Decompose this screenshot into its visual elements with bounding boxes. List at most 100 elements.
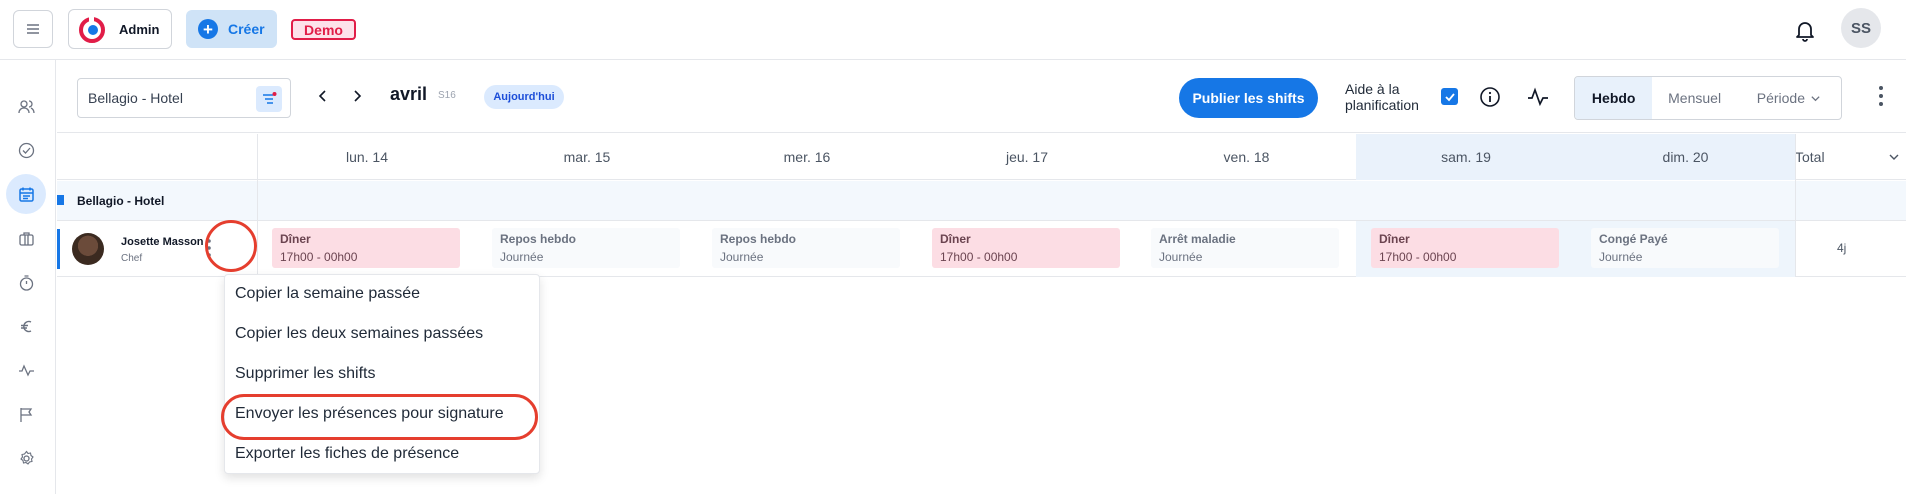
- view-period-label: Période: [1756, 90, 1806, 106]
- rail-payroll[interactable]: [6, 306, 46, 346]
- employee-role: Chef: [121, 253, 143, 264]
- rail-team[interactable]: [6, 86, 46, 126]
- menu-item-export-attendance[interactable]: Exporter les fiches de présence: [235, 445, 459, 463]
- today-button[interactable]: Aujourd'hui: [484, 85, 564, 109]
- hamburger-icon: [27, 24, 39, 34]
- group-row: Bellagio - Hotel: [57, 181, 1906, 221]
- filter-button[interactable]: [256, 86, 282, 112]
- group-name: Bellagio - Hotel: [77, 194, 165, 208]
- info-icon[interactable]: [1479, 86, 1501, 108]
- create-label: Créer: [228, 21, 265, 37]
- shift-time: Journée: [500, 250, 544, 264]
- employee-total: 4j: [1837, 241, 1847, 255]
- left-rail: [0, 60, 56, 494]
- chevron-down-icon: [1811, 95, 1820, 101]
- brand-label: Admin: [119, 21, 160, 37]
- brand-logo-icon: [79, 16, 105, 43]
- highlight-ring-send-signature: [221, 394, 538, 440]
- column-separator: [1795, 134, 1796, 277]
- column-separator: [257, 134, 258, 277]
- menu-item-copy-two-weeks[interactable]: Copier les deux semaines passées: [235, 325, 483, 343]
- day-header-tue: mar. 15: [563, 149, 611, 165]
- more-vertical-icon[interactable]: [1877, 84, 1885, 108]
- plus-icon: +: [198, 19, 218, 39]
- employee-actions-menu: Copier la semaine passée Copier les deux…: [224, 274, 540, 474]
- employee-row-marker: [57, 229, 60, 269]
- previous-week-button[interactable]: [313, 86, 333, 106]
- rail-time[interactable]: [6, 262, 46, 302]
- menu-item-delete-shifts[interactable]: Supprimer les shifts: [235, 365, 376, 383]
- bell-icon[interactable]: [1792, 17, 1818, 43]
- shift-time: 17h00 - 00h00: [940, 250, 1018, 264]
- shift-cell-thu[interactable]: Dîner 17h00 - 00h00: [932, 228, 1120, 268]
- days-header: lun. 14 mar. 15 mer. 16 jeu. 17 ven. 18 …: [57, 134, 1906, 180]
- total-header: Total: [1795, 149, 1825, 165]
- shift-cell-tue[interactable]: Repos hebdo Journée: [492, 228, 680, 268]
- activity-icon: [18, 363, 34, 377]
- shift-cell-mon[interactable]: Dîner 17h00 - 00h00: [272, 228, 460, 268]
- day-header-sat: sam. 19: [1356, 134, 1576, 180]
- next-week-button[interactable]: [347, 86, 367, 106]
- shift-time: 17h00 - 00h00: [280, 250, 358, 264]
- week-number: S16: [438, 90, 456, 101]
- publish-shifts-button[interactable]: Publier les shifts: [1179, 78, 1318, 118]
- shift-title: Dîner: [1379, 232, 1410, 246]
- shift-time: Journée: [720, 250, 764, 264]
- rail-settings[interactable]: [6, 438, 46, 478]
- briefcase-icon: [18, 231, 34, 246]
- chevron-left-icon: [318, 90, 326, 102]
- day-header-sun: dim. 20: [1576, 134, 1795, 180]
- shift-title: Dîner: [940, 232, 971, 246]
- shift-time: Journée: [1599, 250, 1643, 264]
- filter-icon: [263, 92, 277, 104]
- employee-name[interactable]: Josette Masson: [121, 236, 204, 248]
- flag-icon: [19, 407, 32, 422]
- day-header-thu: jeu. 17: [1005, 149, 1049, 165]
- rail-activity[interactable]: [6, 350, 46, 390]
- brand-switcher[interactable]: Admin: [68, 9, 172, 49]
- euro-icon: [20, 320, 31, 332]
- view-period-tab[interactable]: Période: [1737, 77, 1841, 119]
- planning-toolbar: Bellagio - Hotel avril S16 Aujourd'hui P…: [57, 60, 1906, 133]
- shift-time: 17h00 - 00h00: [1379, 250, 1457, 264]
- rail-jobs[interactable]: [6, 218, 46, 258]
- shift-cell-fri[interactable]: Arrêt maladie Journée: [1151, 228, 1339, 268]
- site-select-value: Bellagio - Hotel: [88, 90, 183, 106]
- planning-help-checkbox[interactable]: [1441, 88, 1458, 105]
- view-weekly-tab[interactable]: Hebdo: [1575, 77, 1653, 119]
- rail-tasks[interactable]: [6, 130, 46, 170]
- rail-planning[interactable]: [6, 174, 46, 214]
- shift-cell-wed[interactable]: Repos hebdo Journée: [712, 228, 900, 268]
- checkmark-icon: [1444, 92, 1455, 101]
- shift-title: Arrêt maladie: [1159, 232, 1236, 246]
- shift-title: Repos hebdo: [720, 232, 797, 246]
- shift-title: Dîner: [280, 232, 311, 246]
- employee-avatar[interactable]: [72, 233, 104, 265]
- stopwatch-icon: [19, 274, 33, 291]
- calendar-icon: [18, 187, 34, 202]
- pulse-icon[interactable]: [1527, 87, 1549, 107]
- site-select[interactable]: Bellagio - Hotel: [77, 78, 291, 118]
- view-switch: Hebdo Mensuel Période: [1574, 76, 1842, 120]
- menu-item-copy-last-week[interactable]: Copier la semaine passée: [235, 285, 420, 303]
- create-button[interactable]: + Créer: [186, 10, 277, 48]
- chevron-right-icon: [354, 90, 362, 102]
- view-monthly-tab[interactable]: Mensuel: [1652, 77, 1736, 119]
- rail-reports[interactable]: [6, 394, 46, 434]
- current-month: avril: [390, 84, 428, 104]
- shift-title: Repos hebdo: [500, 232, 577, 246]
- top-bar: Admin + Créer Demo SS: [0, 0, 1906, 60]
- highlight-ring-kebab: [205, 220, 257, 272]
- group-color-marker: [57, 195, 64, 205]
- day-header-wed: mer. 16: [783, 149, 831, 165]
- menu-toggle-button[interactable]: [13, 10, 53, 48]
- shift-cell-sat[interactable]: Dîner 17h00 - 00h00: [1371, 228, 1559, 268]
- shift-time: Journée: [1159, 250, 1203, 264]
- users-icon: [17, 99, 35, 113]
- shift-title: Congé Payé: [1599, 232, 1668, 246]
- chevron-down-icon[interactable]: [1888, 151, 1900, 163]
- gear-icon: [19, 450, 34, 465]
- shift-cell-sun[interactable]: Congé Payé Journée: [1591, 228, 1779, 268]
- planning-help-label: Aide à la planification: [1345, 81, 1419, 113]
- user-avatar[interactable]: SS: [1841, 8, 1881, 48]
